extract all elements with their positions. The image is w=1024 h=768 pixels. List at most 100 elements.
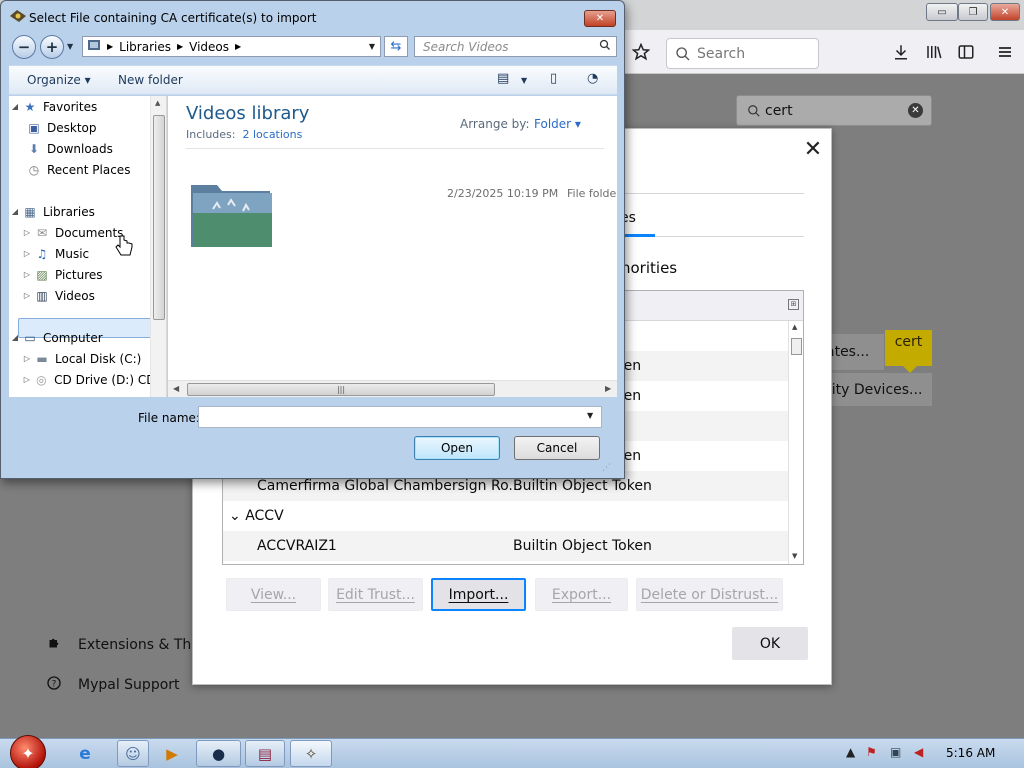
volume-icon[interactable]: ◀: [914, 745, 923, 759]
recent-locations-dropdown[interactable]: ▼: [67, 42, 73, 51]
address-dropdown[interactable]: ▼: [363, 36, 381, 57]
nav-cd-drive[interactable]: ▷ ◎ CD Drive (D:) CDI: [9, 369, 159, 390]
nav-downloads[interactable]: ⬇ Downloads: [9, 138, 159, 159]
mypal-icon[interactable]: ●: [196, 740, 241, 767]
search-videos-input[interactable]: Search Videos: [414, 36, 617, 57]
address-bar[interactable]: ▶ Libraries ▶ Videos ▶: [82, 36, 381, 57]
scroll-up-icon[interactable]: ▲: [792, 323, 797, 331]
nav-computer[interactable]: ◢ ▭ Computer: [9, 327, 159, 348]
library-includes: Includes: 2 locations: [186, 128, 302, 141]
refresh-button[interactable]: ⇆: [384, 36, 408, 57]
new-folder-button[interactable]: New folder: [118, 73, 183, 87]
scroll-left-icon[interactable]: ◀: [173, 384, 179, 393]
start-button[interactable]: ✦: [10, 735, 46, 768]
download-icon[interactable]: [888, 39, 914, 65]
video-folder-item[interactable]: [188, 179, 278, 249]
expand-icon[interactable]: ▷: [21, 375, 33, 384]
import-button[interactable]: Import...: [431, 578, 526, 611]
close-icon[interactable]: ✕: [803, 137, 823, 162]
horizontal-scrollbar[interactable]: ◀ ||| ▶: [168, 380, 617, 397]
minimize-icon: ▭: [937, 6, 947, 18]
tree-group-row[interactable]: ⌄ ACCV: [223, 501, 788, 531]
clear-search-icon[interactable]: ✕: [908, 103, 923, 118]
explorer-icon[interactable]: ✧: [290, 740, 332, 767]
expand-icon[interactable]: ▷: [21, 228, 33, 237]
nav-videos[interactable]: ▷ ▥ Videos: [9, 285, 159, 306]
scrollbar-thumb[interactable]: [153, 115, 165, 320]
navigation-scrollbar[interactable]: ▲: [150, 96, 166, 397]
nav-local-disk[interactable]: ▷ ▬ Local Disk (C:): [9, 348, 159, 369]
bookmark-star-icon[interactable]: [628, 39, 654, 65]
expand-icon[interactable]: ▷: [21, 270, 33, 279]
media-player-icon[interactable]: ▶: [153, 740, 191, 767]
minimize-button[interactable]: ▭: [926, 3, 958, 21]
expand-icon[interactable]: ▷: [21, 249, 33, 258]
security-devices-button[interactable]: rity Devices...: [826, 373, 932, 406]
expand-icon[interactable]: ◢: [9, 207, 21, 216]
maximize-button[interactable]: ❐: [958, 3, 988, 21]
help-icon[interactable]: ◔: [587, 71, 598, 86]
cancel-button[interactable]: Cancel: [514, 436, 600, 460]
network-icon[interactable]: ▣: [890, 745, 901, 759]
back-button[interactable]: −: [12, 35, 36, 59]
file-name-dropdown[interactable]: ▼: [587, 411, 593, 420]
nav-desktop[interactable]: ▣ Desktop: [9, 117, 159, 138]
breadcrumb-videos[interactable]: Videos: [189, 40, 229, 54]
tree-scrollbar[interactable]: ▲ ▼: [788, 321, 803, 564]
breadcrumb-libraries[interactable]: Libraries: [119, 40, 171, 54]
change-view-icon[interactable]: ▤: [497, 71, 509, 86]
nav-documents[interactable]: ▷ ✉ Documents: [9, 222, 159, 243]
view-certificates-button[interactable]: ates...: [826, 334, 884, 370]
arrange-by-dropdown[interactable]: Folder ▾: [534, 117, 581, 131]
view-button[interactable]: View...: [226, 578, 321, 611]
delete-or-distrust-button[interactable]: Delete or Distrust...: [636, 578, 783, 611]
nav-recent-places[interactable]: ◷ Recent Places: [9, 159, 159, 180]
nav-pictures[interactable]: ▷ ▨ Pictures: [9, 264, 159, 285]
nav-favorites[interactable]: ◢ ★ Favorites: [9, 96, 159, 117]
expand-icon[interactable]: ▷: [21, 354, 33, 363]
organize-button[interactable]: Organize ▾: [27, 73, 91, 87]
preview-pane-icon[interactable]: ▯: [550, 71, 557, 86]
edit-trust-button[interactable]: Edit Trust...: [328, 578, 423, 611]
search-highlight-text: cert: [894, 334, 923, 350]
browser-close-button[interactable]: ✕: [990, 3, 1020, 21]
scrollbar-thumb[interactable]: |||: [187, 383, 495, 396]
tab-authorities[interactable]: es: [620, 201, 655, 237]
documents-icon: ✉: [36, 225, 48, 240]
scrollbar-thumb[interactable]: [791, 338, 802, 355]
nav-libraries[interactable]: ◢ ▦ Libraries: [9, 201, 159, 222]
column-picker-icon[interactable]: ⊞: [788, 299, 799, 310]
expand-icon[interactable]: ◢: [9, 102, 21, 111]
scroll-right-icon[interactable]: ▶: [605, 384, 611, 393]
forward-button[interactable]: +: [40, 35, 64, 59]
ok-button[interactable]: OK: [732, 627, 808, 660]
button-label: Delete or Distrust...: [640, 586, 779, 603]
clock[interactable]: 5:16 AM: [946, 746, 995, 760]
view-dropdown-icon[interactable]: ▼: [521, 76, 527, 85]
browser-search-box[interactable]: Search: [666, 38, 819, 69]
action-center-icon[interactable]: ⚑: [866, 745, 877, 759]
nav-music[interactable]: ▷ ♫ Music: [9, 243, 159, 264]
preferences-search-input[interactable]: cert ✕: [736, 95, 932, 126]
resize-grip-icon[interactable]: ⋰: [602, 463, 611, 473]
export-button[interactable]: Export...: [535, 578, 628, 611]
libraries-icon: [87, 39, 101, 54]
expand-icon[interactable]: ▷: [21, 291, 33, 300]
file-name-input[interactable]: [198, 406, 602, 428]
finder-icon[interactable]: ☺: [117, 740, 149, 767]
show-hidden-icons-icon[interactable]: ▲: [846, 745, 855, 759]
dialog-close-button[interactable]: ✕: [584, 10, 616, 27]
ie-icon[interactable]: e: [57, 740, 113, 767]
scroll-up-icon[interactable]: ▲: [155, 99, 160, 107]
winrar-icon[interactable]: ▤: [245, 740, 285, 767]
expand-icon[interactable]: ◢: [9, 333, 21, 342]
menu-icon[interactable]: [992, 39, 1018, 65]
includes-locations-link[interactable]: 2 locations: [242, 128, 302, 141]
sidebar-item-support[interactable]: ? Mypal Support: [46, 675, 180, 695]
library-title: Videos library: [186, 103, 310, 124]
sidebar-icon[interactable]: [953, 39, 979, 65]
scroll-down-icon[interactable]: ▼: [792, 552, 797, 560]
library-icon[interactable]: [921, 39, 947, 65]
table-row[interactable]: ACCVRAIZ1 Builtin Object Token: [223, 531, 788, 561]
open-button[interactable]: Open: [414, 436, 500, 460]
